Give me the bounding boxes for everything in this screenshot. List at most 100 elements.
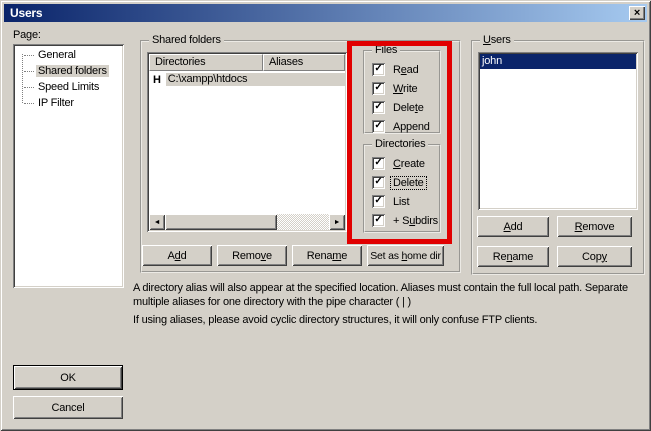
title-bar[interactable]: Users xyxy=(4,4,647,22)
users-dialog: Users × Page: General Shared folders Spe… xyxy=(0,0,651,431)
column-header-directories[interactable]: Directories xyxy=(149,54,263,71)
create-checkbox[interactable]: ✓ xyxy=(372,157,385,170)
set-as-home-dir-button-label: Set as home dir xyxy=(370,250,441,262)
sidebar-item-general[interactable]: General xyxy=(15,47,122,63)
checkmark-icon: ✓ xyxy=(374,177,382,187)
sidebar-item-label: Speed Limits xyxy=(36,81,101,93)
rename-user-button-label: Rename xyxy=(493,251,533,263)
checkbox-row-append: ✓ Append xyxy=(372,117,437,136)
remove-directory-button-label: Remove xyxy=(232,250,272,262)
cancel-button-label: Cancel xyxy=(51,402,84,414)
dir-delete-checkbox-label: Delete xyxy=(391,177,426,189)
add-directory-button[interactable]: Add xyxy=(142,245,212,266)
file-delete-checkbox[interactable]: ✓ xyxy=(372,101,385,114)
remove-user-button-label: Remove xyxy=(575,221,615,233)
user-row-john[interactable]: john xyxy=(480,54,636,69)
read-checkbox[interactable]: ✓ xyxy=(372,63,385,76)
directories-list[interactable]: Directories Aliases H C:\xampp\htdocs ◄ … xyxy=(147,52,347,232)
home-directory-marker: H xyxy=(153,74,161,86)
checkbox-row-create: ✓ Create xyxy=(372,154,437,173)
checkmark-icon: ✓ xyxy=(374,64,382,74)
users-legend: Users xyxy=(480,34,514,46)
copy-user-button-label: Copy xyxy=(582,251,607,263)
file-delete-checkbox-label: Delete xyxy=(391,102,426,114)
tree-dash-icon xyxy=(24,87,34,88)
sidebar-item-speed-limits[interactable]: Speed Limits xyxy=(15,79,122,95)
checkmark-icon: ✓ xyxy=(374,102,382,112)
rename-directory-button-label: Rename xyxy=(307,250,347,262)
scroll-right-button[interactable]: ► xyxy=(329,214,345,230)
sidebar-item-label: IP Filter xyxy=(36,97,76,109)
checkbox-row-list: ✓ List xyxy=(372,192,437,211)
list-checkbox[interactable]: ✓ xyxy=(372,195,385,208)
scrollbar-track[interactable] xyxy=(277,214,329,230)
ok-button-face: OK xyxy=(14,366,122,389)
create-checkbox-label: Create xyxy=(391,158,427,170)
alias-info-paragraph-1: A directory alias will also appear at th… xyxy=(133,281,640,309)
write-checkbox-label: Write xyxy=(391,83,419,95)
subdirs-checkbox-label: + Subdirs xyxy=(391,215,440,227)
checkmark-icon: ✓ xyxy=(374,158,382,168)
remove-directory-button[interactable]: Remove xyxy=(217,245,287,266)
scroll-left-icon: ◄ xyxy=(154,219,161,226)
directory-path: C:\xampp\htdocs xyxy=(166,73,345,86)
sidebar-item-shared-folders[interactable]: Shared folders xyxy=(15,63,122,79)
directories-rows-area[interactable]: H C:\xampp\htdocs xyxy=(149,71,345,214)
page-label: Page: xyxy=(13,29,41,41)
files-checkbox-column: ✓ Read ✓ Write ✓ Delete ✓ Append xyxy=(372,60,437,136)
append-checkbox[interactable]: ✓ xyxy=(372,120,385,133)
copy-user-button[interactable]: Copy xyxy=(557,246,632,267)
shared-folders-legend: Shared folders xyxy=(149,34,224,46)
checkbox-row-subdirs: ✓ + Subdirs xyxy=(372,211,437,230)
subdirs-checkbox[interactable]: ✓ xyxy=(372,214,385,227)
sidebar-item-label: General xyxy=(36,49,78,61)
scrollbar-thumb[interactable] xyxy=(165,214,277,230)
checkmark-icon: ✓ xyxy=(374,196,382,206)
checkmark-icon: ✓ xyxy=(374,215,382,225)
checkbox-row-file-delete: ✓ Delete xyxy=(372,98,437,117)
add-user-button-label: Add xyxy=(504,221,523,233)
alias-info-paragraph-2: If using aliases, please avoid cyclic di… xyxy=(133,313,640,327)
users-list[interactable]: john xyxy=(478,52,638,210)
page-list[interactable]: General Shared folders Speed Limits IP F… xyxy=(13,44,124,288)
tree-dash-icon xyxy=(24,103,34,104)
write-checkbox[interactable]: ✓ xyxy=(372,82,385,95)
set-as-home-dir-button[interactable]: Set as home dir xyxy=(367,245,444,266)
directories-checkbox-column: ✓ Create ✓ Delete ✓ List ✓ + Subdirs xyxy=(372,154,437,230)
rename-user-button[interactable]: Rename xyxy=(477,246,549,267)
sidebar-item-ip-filter[interactable]: IP Filter xyxy=(15,95,122,111)
cancel-button[interactable]: Cancel xyxy=(13,396,123,419)
window-title: Users xyxy=(10,6,42,20)
tree-dash-icon xyxy=(24,71,34,72)
checkmark-icon: ✓ xyxy=(374,121,382,131)
column-header-aliases[interactable]: Aliases xyxy=(263,54,345,71)
close-button[interactable]: × xyxy=(629,6,645,20)
remove-user-button[interactable]: Remove xyxy=(557,216,632,237)
read-checkbox-label: Read xyxy=(391,64,421,76)
checkbox-row-write: ✓ Write xyxy=(372,79,437,98)
checkmark-icon: ✓ xyxy=(374,83,382,93)
directories-legend: Directories xyxy=(372,138,428,150)
add-user-button[interactable]: Add xyxy=(477,216,549,237)
directory-row[interactable]: H C:\xampp\htdocs xyxy=(149,72,345,87)
close-icon: × xyxy=(634,8,640,19)
ok-button-label: OK xyxy=(60,372,76,384)
rename-directory-button[interactable]: Rename xyxy=(292,245,362,266)
list-checkbox-label: List xyxy=(391,196,411,208)
directories-list-header: Directories Aliases xyxy=(149,54,345,71)
alias-info-text: A directory alias will also appear at th… xyxy=(133,281,640,327)
horizontal-scrollbar[interactable]: ◄ ► xyxy=(149,214,345,230)
dir-delete-checkbox[interactable]: ✓ xyxy=(372,176,385,189)
checkbox-row-dir-delete: ✓ Delete xyxy=(372,173,437,192)
directories-permissions-group: Directories ✓ Create ✓ Delete ✓ List ✓ +… xyxy=(363,144,441,233)
append-checkbox-label: Append xyxy=(391,121,432,133)
ok-button[interactable]: OK xyxy=(13,365,123,390)
scroll-right-icon: ► xyxy=(334,219,341,226)
files-legend: Files xyxy=(372,44,400,56)
tree-dash-icon xyxy=(24,55,34,56)
files-permissions-group: Files ✓ Read ✓ Write ✓ Delete ✓ Append xyxy=(363,50,441,134)
checkbox-row-read: ✓ Read xyxy=(372,60,437,79)
scroll-left-button[interactable]: ◄ xyxy=(149,214,165,230)
add-directory-button-label: Add xyxy=(168,250,187,262)
sidebar-item-label: Shared folders xyxy=(36,65,109,77)
